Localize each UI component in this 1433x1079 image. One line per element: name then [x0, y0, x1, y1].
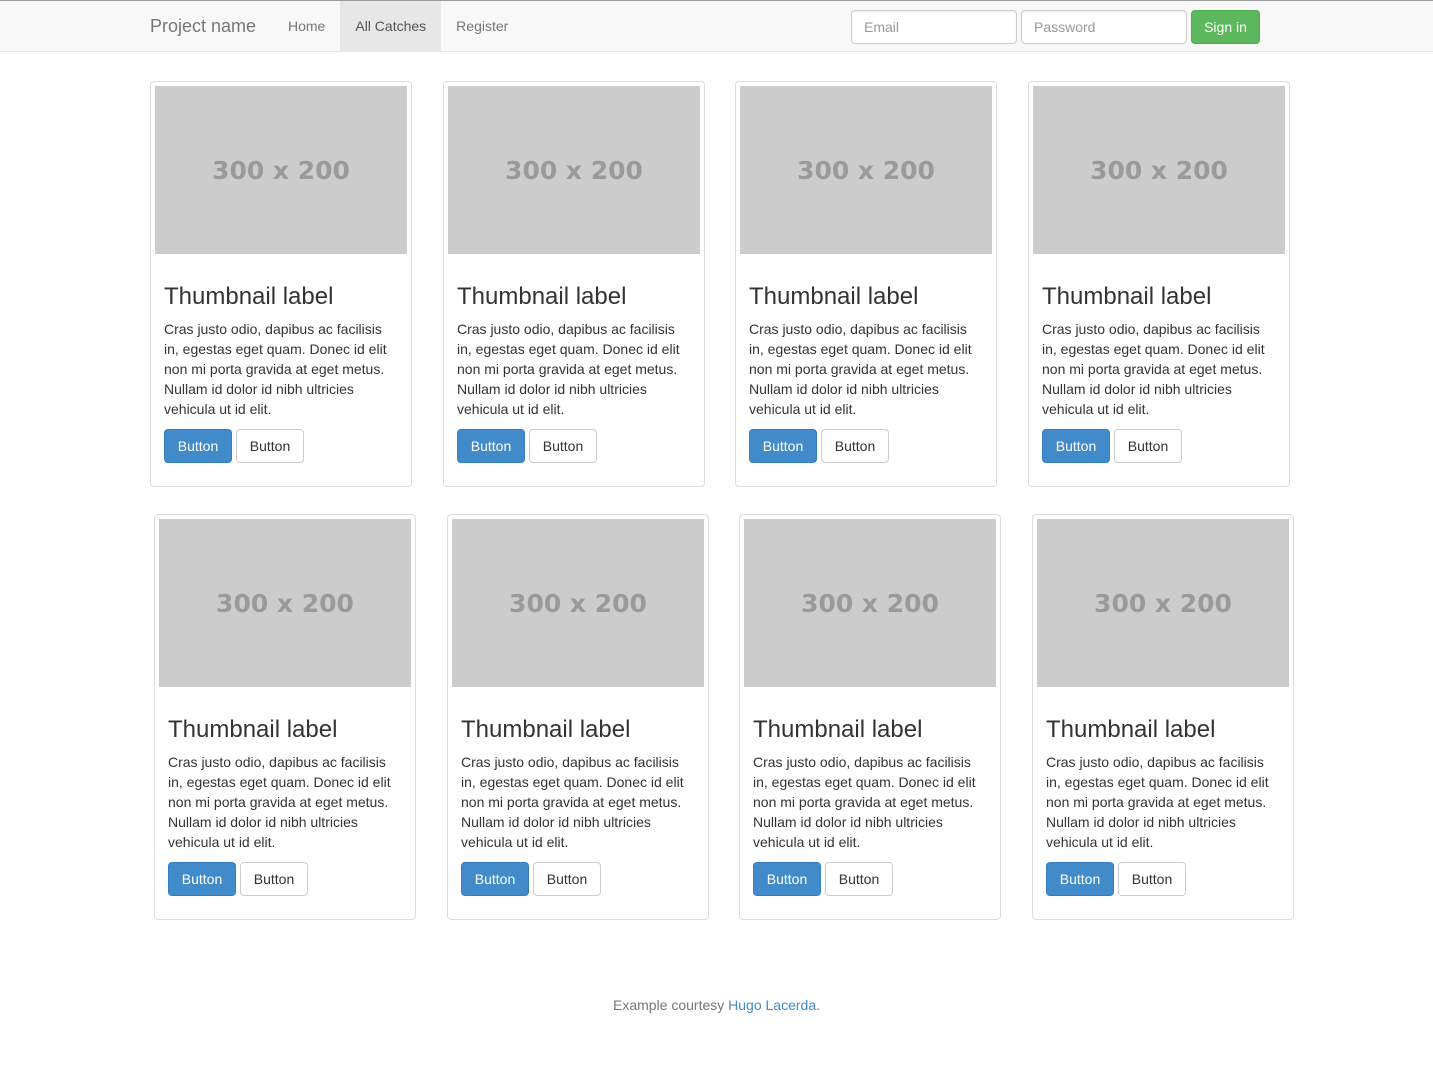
thumbnail-buttons: Button Button [753, 862, 987, 897]
email-input[interactable] [851, 10, 1017, 44]
thumbnail-caption: Thumbnail label Cras justo odio, dapibus… [448, 254, 700, 464]
thumbnail-image-placeholder: 300 x 200 [448, 86, 700, 254]
thumbnail-image-text: 300 x 200 [797, 155, 935, 185]
thumbnail-title: Thumbnail label [168, 716, 338, 743]
primary-button[interactable]: Button [461, 862, 529, 897]
thumbnail-card: 300 x 200 Thumbnail label Cras justo odi… [447, 514, 709, 920]
thumbnail-buttons: Button Button [457, 429, 691, 464]
primary-button[interactable]: Button [168, 862, 236, 897]
primary-button[interactable]: Button [749, 429, 817, 464]
thumbnail-image-text: 300 x 200 [801, 588, 939, 618]
primary-button[interactable]: Button [457, 429, 525, 464]
thumbnail-title: Thumbnail label [164, 283, 334, 310]
footer: Example courtesy Hugo Lacerda. [0, 997, 1433, 1013]
primary-button[interactable]: Button [1046, 862, 1114, 897]
thumbnail-image-placeholder: 300 x 200 [740, 86, 992, 254]
thumbnail-title: Thumbnail label [461, 716, 631, 743]
thumbnail-card: 300 x 200 Thumbnail label Cras justo odi… [150, 81, 412, 487]
thumbnail-buttons: Button Button [1046, 862, 1280, 897]
footer-text: Example courtesy [612, 997, 729, 1013]
thumbnail-text: Cras justo odio, dapibus ac facilisis in… [168, 754, 391, 851]
thumbnail-image-text: 300 x 200 [216, 588, 354, 618]
default-button[interactable]: Button [1118, 862, 1186, 897]
navbar: Project name Home All Catches Register S… [0, 0, 1433, 52]
primary-button[interactable]: Button [1042, 429, 1110, 464]
brand-link[interactable]: Project name [150, 1, 256, 52]
thumbnail-caption: Thumbnail label Cras justo odio, dapibus… [159, 687, 411, 897]
thumbnail-card: 300 x 200 Thumbnail label Cras justo odi… [1032, 514, 1294, 920]
thumbnail-text: Cras justo odio, dapibus ac facilisis in… [749, 321, 972, 418]
default-button[interactable]: Button [1114, 429, 1182, 464]
default-button[interactable]: Button [240, 862, 308, 897]
thumbnail-title: Thumbnail label [1042, 283, 1212, 310]
default-button[interactable]: Button [533, 862, 601, 897]
thumbnail-buttons: Button Button [749, 429, 983, 464]
default-button[interactable]: Button [236, 429, 304, 464]
default-button[interactable]: Button [825, 862, 893, 897]
thumbnail-title: Thumbnail label [457, 283, 627, 310]
thumbnail-image-placeholder: 300 x 200 [1033, 86, 1285, 254]
nav-item-all-catches[interactable]: All Catches [340, 1, 442, 52]
thumbnail-buttons: Button Button [168, 862, 402, 897]
thumbnail-buttons: Button Button [164, 429, 398, 464]
primary-button[interactable]: Button [164, 429, 232, 464]
thumbnail-image-placeholder: 300 x 200 [159, 519, 411, 687]
thumbnail-image-text: 300 x 200 [1090, 155, 1228, 185]
thumbnail-caption: Thumbnail label Cras justo odio, dapibus… [740, 254, 992, 464]
thumbnail-title: Thumbnail label [1046, 716, 1216, 743]
thumbnail-text: Cras justo odio, dapibus ac facilisis in… [457, 321, 680, 418]
thumbnail-card: 300 x 200 Thumbnail label Cras justo odi… [1028, 81, 1290, 487]
nav-item-home[interactable]: Home [273, 1, 340, 52]
footer-suffix: . [816, 997, 820, 1013]
thumbnail-text: Cras justo odio, dapibus ac facilisis in… [1046, 754, 1269, 851]
thumbnail-image-placeholder: 300 x 200 [744, 519, 996, 687]
thumbnail-title: Thumbnail label [749, 283, 919, 310]
password-input[interactable] [1021, 10, 1187, 44]
thumbnail-caption: Thumbnail label Cras justo odio, dapibus… [452, 687, 704, 897]
thumbnail-image-text: 300 x 200 [212, 155, 350, 185]
thumbnail-image-text: 300 x 200 [505, 155, 643, 185]
thumbnail-image-text: 300 x 200 [509, 588, 647, 618]
thumbnail-caption: Thumbnail label Cras justo odio, dapibus… [155, 254, 407, 464]
thumbnail-buttons: Button Button [461, 862, 695, 897]
nav-item-register[interactable]: Register [441, 1, 523, 52]
thumbnail-card: 300 x 200 Thumbnail label Cras justo odi… [154, 514, 416, 920]
thumbnail-caption: Thumbnail label Cras justo odio, dapibus… [1033, 254, 1285, 464]
thumbnail-text: Cras justo odio, dapibus ac facilisis in… [461, 754, 684, 851]
footer-author-link[interactable]: Hugo Lacerda [728, 997, 816, 1013]
thumbnail-image-placeholder: 300 x 200 [155, 86, 407, 254]
thumbnail-image-placeholder: 300 x 200 [452, 519, 704, 687]
signin-button[interactable]: Sign in [1191, 10, 1260, 44]
default-button[interactable]: Button [529, 429, 597, 464]
thumbnail-image-text: 300 x 200 [1094, 588, 1232, 618]
thumbnail-text: Cras justo odio, dapibus ac facilisis in… [1042, 321, 1265, 418]
thumbnail-caption: Thumbnail label Cras justo odio, dapibus… [744, 687, 996, 897]
thumbnail-title: Thumbnail label [753, 716, 923, 743]
thumbnail-buttons: Button Button [1042, 429, 1276, 464]
thumbnail-text: Cras justo odio, dapibus ac facilisis in… [164, 321, 387, 418]
primary-button[interactable]: Button [753, 862, 821, 897]
thumbnail-image-placeholder: 300 x 200 [1037, 519, 1289, 687]
default-button[interactable]: Button [821, 429, 889, 464]
thumbnail-card: 300 x 200 Thumbnail label Cras justo odi… [739, 514, 1001, 920]
thumbnail-caption: Thumbnail label Cras justo odio, dapibus… [1037, 687, 1289, 897]
nav-menu: Home All Catches Register [273, 1, 523, 52]
thumbnail-card: 300 x 200 Thumbnail label Cras justo odi… [443, 81, 705, 487]
thumbnail-text: Cras justo odio, dapibus ac facilisis in… [753, 754, 976, 851]
thumbnail-card: 300 x 200 Thumbnail label Cras justo odi… [735, 81, 997, 487]
